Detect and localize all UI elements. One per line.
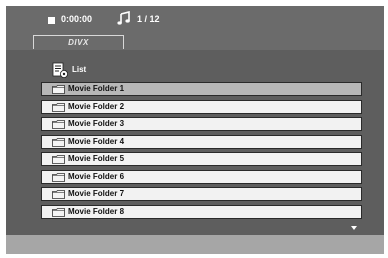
folder-icon — [52, 85, 65, 94]
folder-icon — [52, 102, 65, 112]
divx-player-screen: 0:00:00 1 / 12 DIVX List Movie Folder 1 … — [6, 6, 384, 254]
stop-icon — [48, 17, 55, 24]
list-item-label: Movie Folder 6 — [68, 171, 125, 181]
folder-icon — [52, 207, 65, 217]
list-item-movie-folder-5[interactable]: Movie Folder 5 — [41, 152, 362, 166]
track-counter: 1 / 12 — [137, 14, 160, 24]
down-arrow-icon[interactable] — [351, 226, 357, 230]
music-note-icon — [117, 11, 130, 25]
file-list-panel: List Movie Folder 1 Movie Folder 2 Movie… — [6, 50, 384, 235]
list-item-label: Movie Folder 7 — [68, 189, 125, 198]
list-item-label: Movie Folder 1 — [68, 84, 125, 93]
list-item-movie-folder-2[interactable]: Movie Folder 2 — [41, 99, 362, 114]
list-item-label: Movie Folder 4 — [68, 136, 125, 146]
tab-divx[interactable]: DIVX — [33, 35, 124, 49]
status-bar: 0:00:00 1 / 12 DIVX — [6, 6, 384, 50]
playback-time: 0:00:00 — [61, 14, 93, 24]
list-item-movie-folder-6[interactable]: Movie Folder 6 — [41, 169, 362, 184]
list-item-label: Movie Folder 3 — [68, 119, 125, 128]
bottom-bar — [6, 235, 384, 254]
folder-icon — [52, 155, 65, 164]
list-item-label: Movie Folder 2 — [68, 101, 125, 111]
list-item-label: Movie Folder 8 — [68, 206, 125, 216]
folder-list: Movie Folder 1 Movie Folder 2 Movie Fold… — [41, 82, 362, 222]
list-item-label: Movie Folder 5 — [68, 154, 125, 163]
folder-icon — [52, 137, 65, 147]
list-item-movie-folder-3[interactable]: Movie Folder 3 — [41, 117, 362, 131]
list-item-movie-folder-1[interactable]: Movie Folder 1 — [41, 82, 362, 96]
folder-icon — [52, 172, 65, 182]
folder-icon — [52, 190, 65, 199]
list-title: List — [72, 65, 87, 74]
list-item-movie-folder-7[interactable]: Movie Folder 7 — [41, 187, 362, 201]
list-item-movie-folder-8[interactable]: Movie Folder 8 — [41, 204, 362, 219]
list-item-movie-folder-4[interactable]: Movie Folder 4 — [41, 134, 362, 149]
list-icon — [52, 62, 68, 78]
folder-icon — [52, 120, 65, 129]
